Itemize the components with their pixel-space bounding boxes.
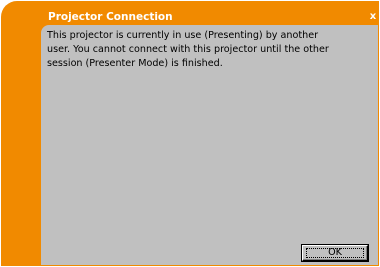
dialog-body: This projector is currently in use (Pres… — [41, 25, 378, 265]
ok-button-label: OK — [328, 247, 342, 258]
title-bar: Projector Connection x — [41, 10, 378, 24]
message-line: session (Presenter Mode) is finished. — [47, 58, 223, 69]
message-line: user. You cannot connect with this proje… — [47, 44, 329, 55]
projector-connection-dialog: Projector Connection x This projector is… — [0, 0, 380, 267]
close-icon[interactable]: x — [368, 10, 378, 24]
dialog-title: Projector Connection — [48, 11, 173, 23]
dialog-message: This projector is currently in use (Pres… — [47, 29, 367, 71]
message-line: This projector is currently in use (Pres… — [47, 30, 319, 41]
ok-button[interactable]: OK — [302, 245, 368, 261]
